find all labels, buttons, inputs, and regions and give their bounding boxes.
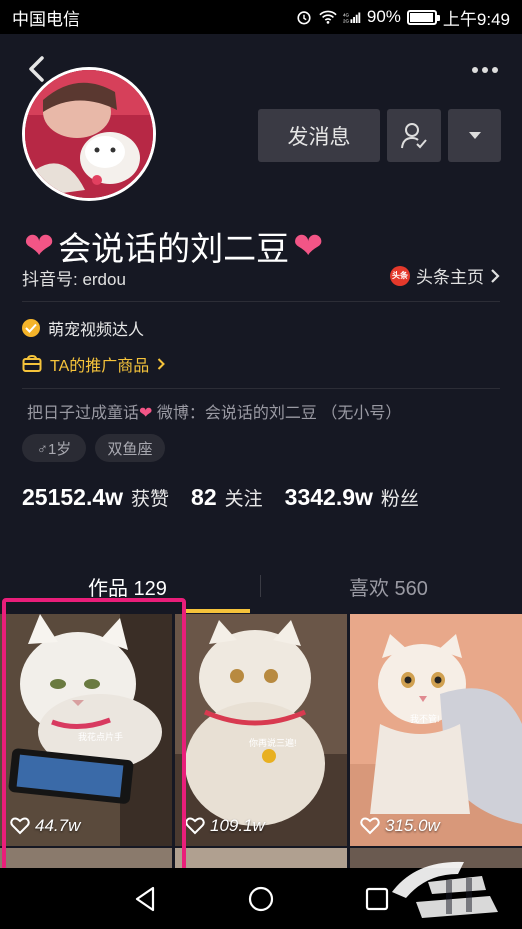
toutiao-link-label: 头条主页: [416, 268, 484, 287]
heart-outline-icon: [185, 817, 205, 835]
tag-gender-age: ♂1岁: [22, 434, 86, 462]
video-tile[interactable]: [175, 848, 347, 868]
video-likes: 315.0w: [360, 816, 440, 836]
follow-user-button[interactable]: [387, 109, 441, 162]
video-caption: 我花点片手: [78, 731, 123, 742]
video-tile[interactable]: 我不管! 315.0w: [350, 614, 522, 846]
follow-user-icon: [401, 122, 427, 148]
bio-text-1: 把日子过成童话: [27, 405, 140, 422]
video-caption: 我不管!: [410, 713, 440, 724]
tab-works[interactable]: 作品 129: [88, 572, 167, 601]
svg-text:2G: 2G: [343, 18, 350, 23]
heart-icon: ❤: [139, 405, 153, 422]
video-tile[interactable]: [0, 848, 172, 868]
divider: [22, 388, 500, 389]
wifi-icon: [319, 10, 337, 24]
verification-label: 萌宠视频达人: [48, 322, 145, 339]
video-likes-count: 315.0w: [385, 816, 440, 835]
toutiao-link[interactable]: 头条 头条主页: [390, 263, 500, 288]
tab-active-indicator: [186, 609, 250, 613]
divider: [22, 301, 500, 302]
followers-count[interactable]: 3342.9w: [285, 484, 373, 511]
nav-home-icon[interactable]: [244, 882, 278, 916]
video-caption: 你再说三遍!: [249, 737, 297, 748]
video-likes: 109.1w: [185, 816, 265, 836]
tab-likes[interactable]: 喜欢 560: [349, 572, 428, 601]
dropdown-icon: [468, 131, 481, 139]
heart-icon: ❤: [24, 225, 55, 266]
video-likes-count: 44.7w: [35, 816, 81, 835]
douyin-id: 抖音号: erdou: [22, 270, 126, 289]
tab-bar: [0, 556, 522, 616]
nav-back-icon[interactable]: [128, 882, 162, 916]
promo-label: TA的推广商品: [50, 358, 150, 375]
likes-label: 获赞: [131, 489, 170, 510]
svg-text:4G: 4G: [343, 12, 350, 17]
following-label[interactable]: 关注: [225, 484, 263, 511]
more-icon[interactable]: [468, 58, 502, 82]
dropdown-button[interactable]: [448, 109, 501, 162]
watermark-logo: [392, 861, 498, 918]
heart-outline-icon: [10, 817, 30, 835]
send-message-button[interactable]: 发消息: [258, 109, 380, 162]
avatar[interactable]: [22, 67, 156, 201]
nickname: ❤ 会说话的刘二豆 ❤: [24, 222, 323, 270]
chevron-right-icon: [491, 268, 500, 283]
following-count[interactable]: 82: [191, 484, 217, 511]
heart-outline-icon: [360, 817, 380, 835]
video-tile[interactable]: 你再说三遍! 109.1w: [175, 614, 347, 846]
signal-icon: 4G2G: [343, 12, 361, 23]
battery-icon: [406, 9, 440, 25]
profile-stats: 25152.4w 获赞 82 关注 3342.9w 粉丝: [22, 484, 433, 511]
carrier-label: 中国电信: [12, 9, 80, 29]
alarm-icon: [297, 11, 311, 25]
toutiao-logo-icon: 头条: [390, 265, 410, 286]
status-bar: 中国电信 4G 2G 90% 上午9:49: [0, 0, 522, 34]
verification-badge: 萌宠视频达人: [22, 316, 144, 340]
video-likes: 44.7w: [10, 816, 80, 836]
heart-icon: ❤: [293, 225, 324, 266]
followers-label[interactable]: 粉丝: [381, 484, 419, 511]
tag-zodiac: 双鱼座: [95, 434, 165, 462]
likes-count: 25152.4w: [22, 484, 124, 510]
battery-percent: 90%: [366, 7, 401, 26]
nickname-text: 会说话的刘二豆: [58, 230, 290, 267]
video-likes-count: 109.1w: [210, 816, 265, 835]
chevron-right-icon: [158, 358, 166, 370]
bio-text-2: 微博：会说话的刘二豆 （无小号）: [156, 405, 402, 422]
shop-icon: [22, 355, 42, 372]
bio: 把日子过成童话❤ 微博：会说话的刘二豆 （无小号）: [27, 399, 401, 423]
clock: 上午9:49: [442, 9, 510, 29]
video-grid: 我花点片手 44.7w 你再说三遍! 109.1w 我不管! 315.0w: [0, 614, 522, 848]
promoted-products-link[interactable]: TA的推广商品: [22, 352, 166, 376]
video-tile[interactable]: 我花点片手 44.7w: [0, 614, 172, 846]
tab-separator: [260, 575, 261, 597]
verified-icon: [22, 319, 40, 337]
